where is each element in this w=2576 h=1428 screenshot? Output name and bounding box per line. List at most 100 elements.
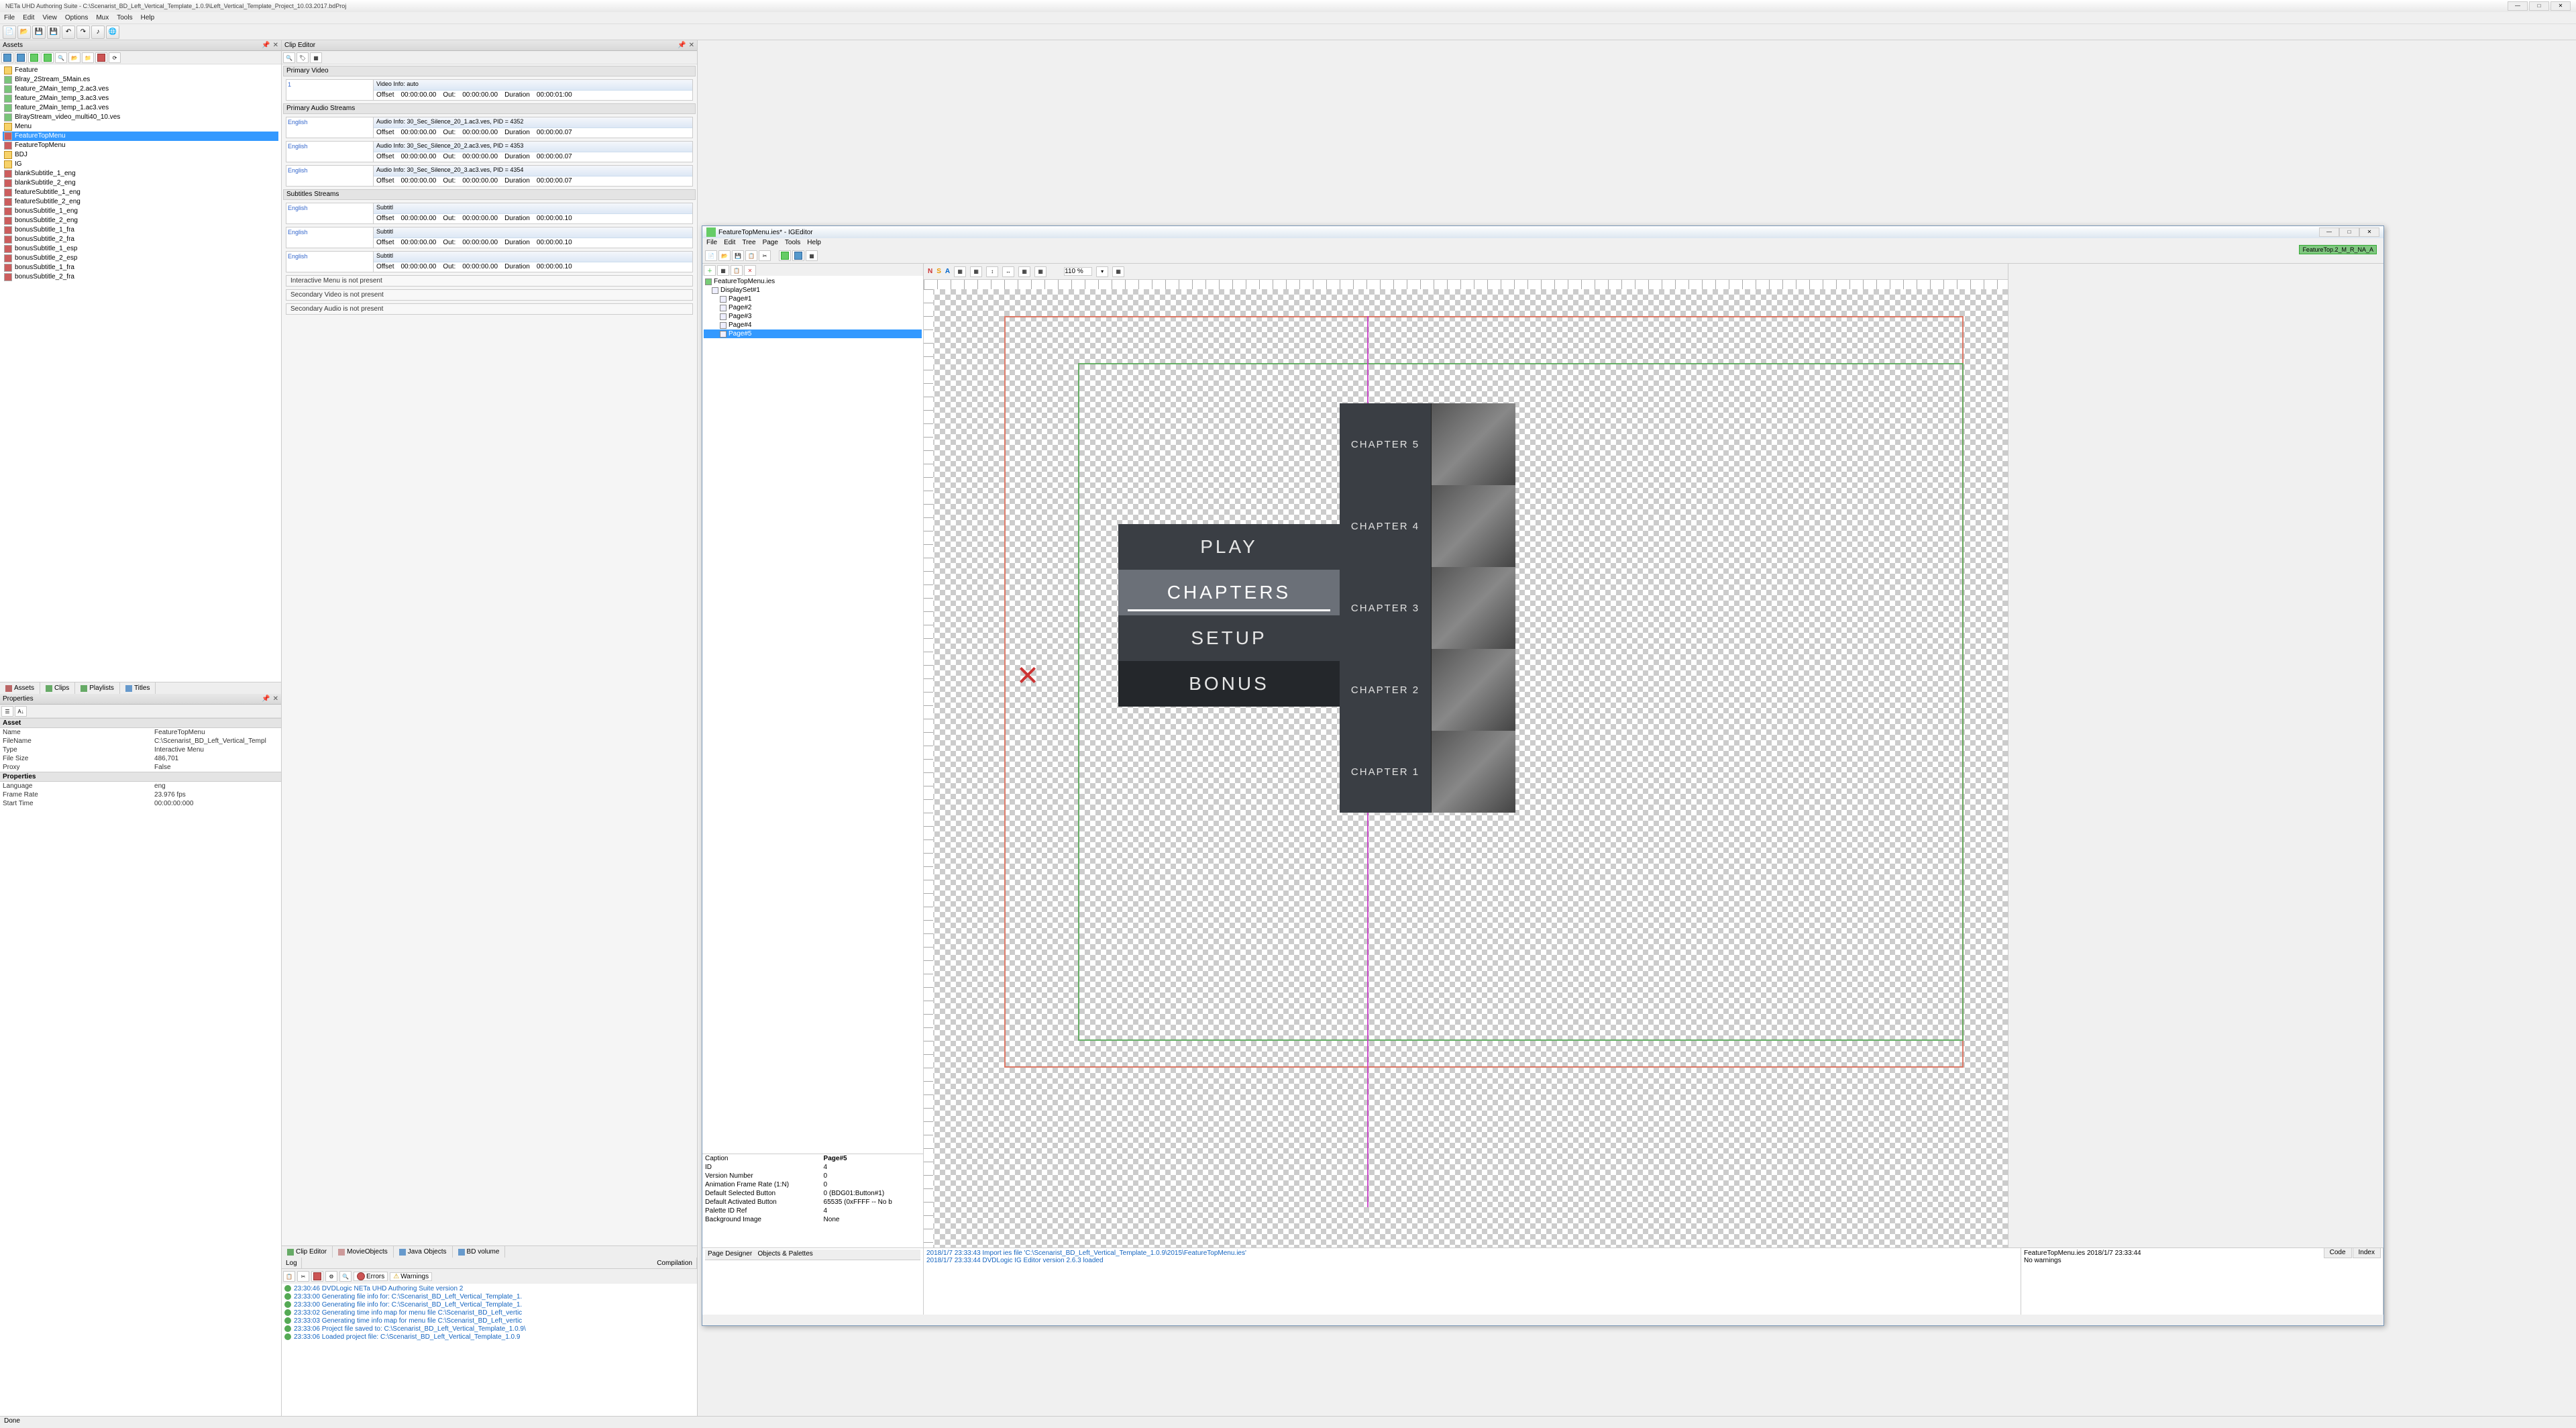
ig-menu-help[interactable]: Help	[807, 239, 821, 248]
cut-icon[interactable]: ✂	[759, 250, 771, 261]
tool-icon[interactable]	[42, 52, 54, 63]
subtitle-stream-block[interactable]: EnglishSubtitlOffset00:00:00.00Out:00:00…	[286, 251, 693, 272]
chapter-item[interactable]: CHAPTER 3	[1340, 567, 1431, 649]
asset-item[interactable]: bonusSubtitle_1_eng	[15, 207, 78, 216]
chapter-item[interactable]: CHAPTER 4	[1340, 485, 1431, 567]
zoom-input[interactable]	[1064, 267, 1092, 276]
tool-icon[interactable]	[28, 52, 40, 63]
n-icon[interactable]: N	[928, 268, 932, 275]
folder-feature[interactable]: Feature	[15, 66, 38, 75]
audio-stream-block[interactable]: English Audio Info: 30_Sec_Silence_20_2.…	[286, 141, 693, 162]
menu-tools[interactable]: Tools	[117, 14, 132, 21]
pin-icon[interactable]: 📌	[262, 42, 270, 49]
menu-setup[interactable]: SETUP	[1118, 615, 1340, 661]
tab-objects-palettes[interactable]: Objects & Palettes	[758, 1250, 813, 1258]
sort-icon[interactable]: ☰	[1, 706, 13, 717]
menu-play[interactable]: PLAY	[1118, 524, 1340, 570]
dup-icon[interactable]: 📋	[731, 265, 743, 276]
asset-item[interactable]: bonusSubtitle_1_fra	[15, 263, 74, 272]
ig-menu-page[interactable]: Page	[763, 239, 778, 248]
close-icon[interactable]: ✕	[689, 42, 694, 49]
menu-help[interactable]: Help	[141, 14, 155, 21]
asset-item[interactable]: feature_2Main_temp_3.ac3.ves	[15, 94, 109, 103]
maximize-button[interactable]: □	[2529, 1, 2549, 11]
asset-item[interactable]: Blray_2Stream_5Main.es	[15, 75, 90, 85]
tool-icon[interactable]: 🔍	[55, 52, 67, 63]
menu-edit[interactable]: Edit	[23, 14, 34, 21]
ig-page-tree[interactable]: FeatureTopMenu.ies DisplaySet#1 Page#1 P…	[702, 276, 923, 1154]
assets-tree[interactable]: Feature Blray_2Stream_5Main.es feature_2…	[0, 64, 281, 682]
chapter-item[interactable]: CHAPTER 1	[1340, 731, 1431, 813]
sort-alpha-icon[interactable]: A↓	[15, 706, 27, 717]
tab-bd-volume[interactable]: BD volume	[453, 1246, 506, 1258]
ig-menu-tree[interactable]: Tree	[742, 239, 755, 248]
video-stream-block[interactable]: 1 Video Info: auto Offset00:00:00.00Out:…	[286, 79, 693, 101]
validate-icon[interactable]	[792, 250, 804, 261]
new-icon[interactable]: 📄	[705, 250, 717, 261]
minimize-button[interactable]: —	[2508, 1, 2528, 11]
ig-minimize-button[interactable]: —	[2319, 227, 2339, 237]
s-icon[interactable]: S	[936, 268, 941, 275]
search-icon[interactable]: 🔍	[283, 52, 295, 63]
asset-item[interactable]: bonusSubtitle_1_esp	[15, 244, 77, 254]
delete-icon[interactable]: ✕	[744, 265, 756, 276]
tab-java-objects[interactable]: Java Objects	[394, 1246, 453, 1258]
menu-options[interactable]: Options	[65, 14, 88, 21]
asset-item[interactable]: featureSubtitle_2_eng	[15, 197, 80, 207]
open-icon[interactable]: 📂	[17, 26, 31, 39]
prop-group-asset[interactable]: Asset	[0, 718, 281, 728]
tab-assets[interactable]: Assets	[0, 682, 40, 694]
open-icon[interactable]: 📂	[718, 250, 731, 261]
asset-item[interactable]: feature_2Main_temp_1.ac3.ves	[15, 103, 109, 113]
snap-icon[interactable]: ▦	[1112, 266, 1124, 277]
copy-icon[interactable]: 📋	[745, 250, 757, 261]
add-below-icon[interactable]: ▦	[717, 265, 729, 276]
align-icon[interactable]: ▦	[1018, 266, 1030, 277]
undo-icon[interactable]: ↶	[62, 26, 75, 39]
chapter-item[interactable]: CHAPTER 5	[1340, 403, 1431, 485]
align-icon[interactable]: ▦	[954, 266, 966, 277]
menu-chapters[interactable]: CHAPTERS	[1118, 570, 1340, 615]
asset-item[interactable]: blankSubtitle_1_eng	[15, 169, 76, 178]
ig-canvas[interactable]: PLAY CHAPTERS SETUP BONUS CHAPTER 5 CHAP…	[924, 289, 2008, 1247]
tab-log[interactable]: Log	[282, 1258, 302, 1268]
ig-close-button[interactable]: ✕	[2359, 227, 2379, 237]
tool-icon[interactable]: ⚙	[325, 1271, 337, 1282]
add-icon[interactable]: ＋	[704, 265, 716, 276]
ig-maximize-button[interactable]: □	[2339, 227, 2359, 237]
grid-icon[interactable]: ▦	[806, 250, 818, 261]
asset-item[interactable]: featureSubtitle_1_eng	[15, 188, 80, 197]
tab-movie-objects[interactable]: MovieObjects	[333, 1246, 394, 1258]
menu-file[interactable]: File	[4, 14, 15, 21]
asset-item[interactable]: bonusSubtitle_2_eng	[15, 216, 78, 225]
ig-menu-file[interactable]: File	[706, 239, 717, 248]
tool-icon[interactable]	[1, 52, 13, 63]
chapter-item[interactable]: CHAPTER 2	[1340, 649, 1431, 731]
warnings-filter[interactable]: ⚠Warnings	[390, 1272, 432, 1281]
tool-icon[interactable]	[15, 52, 27, 63]
delete-icon[interactable]	[311, 1271, 323, 1282]
ig-menu-tools[interactable]: Tools	[785, 239, 800, 248]
menu-view[interactable]: View	[42, 14, 57, 21]
a-icon[interactable]: A	[945, 268, 950, 275]
asset-item[interactable]: bonusSubtitle_2_esp	[15, 254, 77, 263]
tab-page-designer[interactable]: Page Designer	[708, 1250, 752, 1258]
note-icon[interactable]: ♪	[91, 26, 105, 39]
log-list[interactable]: 23:30:46 DVDLogic NETa UHD Authoring Sui…	[282, 1284, 697, 1416]
close-icon[interactable]: ✕	[273, 695, 278, 703]
tab-clips[interactable]: Clips	[40, 682, 75, 694]
pin-icon[interactable]: 📌	[262, 695, 270, 703]
asset-item[interactable]: bonusSubtitle_2_fra	[15, 272, 74, 282]
globe-icon[interactable]: 🌐	[106, 26, 119, 39]
close-icon[interactable]: ✕	[273, 42, 278, 49]
subtitle-stream-block[interactable]: EnglishSubtitlOffset00:00:00.00Out:00:00…	[286, 203, 693, 224]
align-icon[interactable]: ↔	[1002, 266, 1014, 277]
find-icon[interactable]: 🔍	[339, 1271, 352, 1282]
prop-group-properties[interactable]: Properties	[0, 772, 281, 782]
asset-item[interactable]: BlrayStream_video_multi40_10.ves	[15, 113, 120, 122]
refresh-icon[interactable]: ⟳	[109, 52, 121, 63]
tab-titles[interactable]: Titles	[120, 682, 156, 694]
asset-selected[interactable]: FeatureTopMenu	[15, 132, 66, 141]
subtitle-stream-block[interactable]: EnglishSubtitlOffset00:00:00.00Out:00:00…	[286, 227, 693, 248]
tab-compilation[interactable]: Compilation	[653, 1258, 697, 1268]
